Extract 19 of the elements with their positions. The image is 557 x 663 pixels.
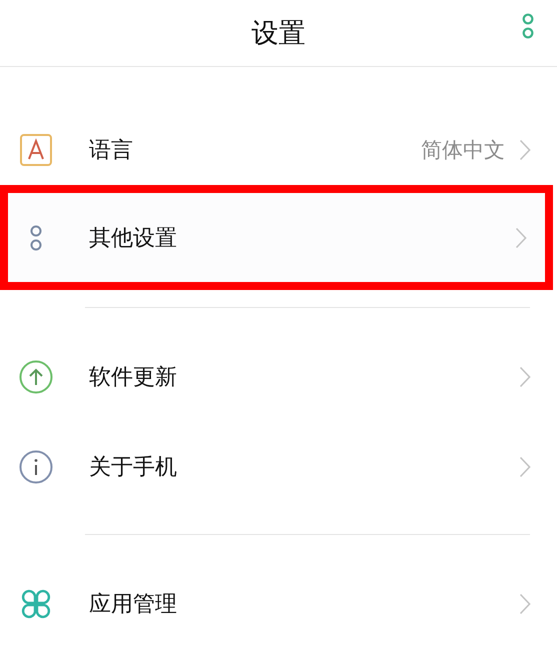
row-label: 应用管理 bbox=[89, 591, 178, 619]
chevron-icon bbox=[519, 139, 531, 161]
chevron-icon bbox=[519, 593, 531, 615]
chevron-icon bbox=[515, 226, 527, 248]
settings-row[interactable]: 其他设置 bbox=[0, 185, 553, 290]
chevron-icon bbox=[519, 456, 531, 478]
row-value: 简体中文 bbox=[421, 137, 505, 164]
info-icon bbox=[19, 450, 53, 484]
page-title: 设置 bbox=[252, 17, 306, 51]
row-label: 语言 bbox=[89, 137, 134, 165]
row-label: 软件更新 bbox=[89, 364, 178, 392]
menu-icon[interactable] bbox=[521, 12, 535, 40]
chevron-icon bbox=[519, 366, 531, 388]
letter-icon bbox=[19, 133, 53, 167]
row-label: 其他设置 bbox=[89, 224, 178, 252]
row-label: 关于手机 bbox=[89, 454, 178, 482]
apps-icon bbox=[20, 588, 52, 620]
more-icon bbox=[29, 222, 43, 252]
upload-icon bbox=[19, 360, 53, 394]
